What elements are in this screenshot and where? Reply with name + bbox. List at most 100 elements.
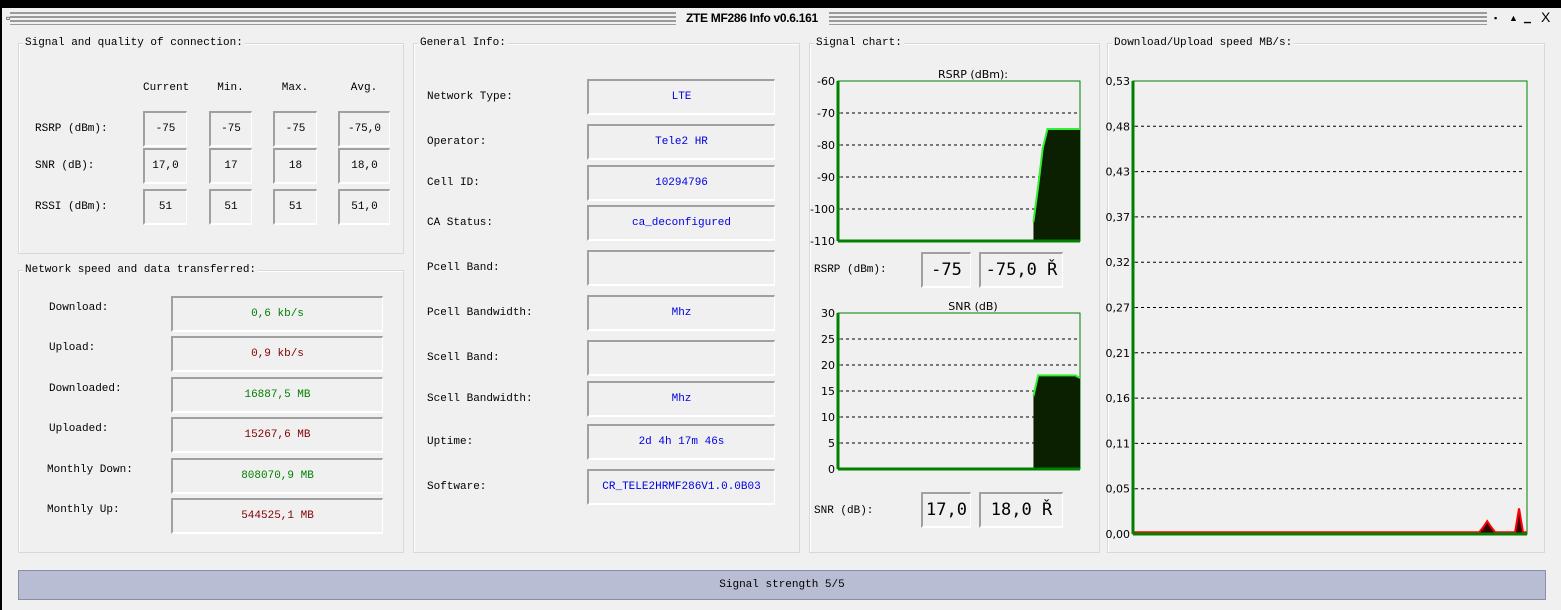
info-value xyxy=(587,250,775,286)
y-tick-label: 0,48 xyxy=(1106,120,1131,133)
series-line-upload xyxy=(1133,508,1527,534)
y-tick-label: -110 xyxy=(810,235,835,248)
snr-average-value: 18,0 Ř xyxy=(979,492,1063,528)
column-header: Max. xyxy=(281,82,309,94)
signal-value-cell: -75 xyxy=(143,111,187,147)
info-label: Pcell Band: xyxy=(427,262,500,274)
speed-label: Upload: xyxy=(49,342,96,354)
info-value: Tele2 HR xyxy=(587,124,775,160)
titlebar-stripes xyxy=(24,12,676,25)
y-tick-label: 0,53 xyxy=(1106,75,1131,88)
info-label: CA Status: xyxy=(427,217,494,229)
info-value: 10294796 xyxy=(587,165,775,201)
speed-value: 808070,9 MB xyxy=(171,458,383,494)
title-bar[interactable]: ▫ ZTE MF286 Info v0.6.161 ▪ ▲ ▁ X xyxy=(2,8,1561,30)
row-label: RSSI (dBm): xyxy=(35,201,108,213)
y-tick-label: 5 xyxy=(828,437,835,450)
y-tick-label: 15 xyxy=(821,385,835,398)
y-tick-label: 0,43 xyxy=(1106,166,1131,179)
app-window: ▫ ZTE MF286 Info v0.6.161 ▪ ▲ ▁ X Signal… xyxy=(2,8,1561,610)
speed-value: 0,6 kb/s xyxy=(171,296,383,332)
signal-value-cell: 17 xyxy=(209,148,252,184)
rsrp-readout-label: RSRP (dBm): xyxy=(814,264,887,276)
signal-value-cell: 17,0 xyxy=(143,148,187,184)
info-label: Operator: xyxy=(427,136,487,148)
y-tick-label: 0,21 xyxy=(1106,347,1131,360)
y-tick-label: 30 xyxy=(821,307,835,320)
y-tick-label: 0,37 xyxy=(1106,211,1131,224)
info-label: Pcell Bandwidth: xyxy=(427,307,533,319)
group-title: Signal and quality of connection: xyxy=(23,37,245,49)
row-label: RSRP (dBm): xyxy=(35,123,108,135)
group-title: Download/Upload speed MB/s: xyxy=(1112,37,1295,49)
info-value xyxy=(587,340,775,376)
series-area-snr xyxy=(1033,375,1080,469)
y-tick-label: 0 xyxy=(828,463,835,476)
y-tick-label: 0,05 xyxy=(1106,483,1131,496)
y-tick-label: -60 xyxy=(817,75,835,88)
series-area-rsrp xyxy=(1033,129,1080,241)
chart-title: SNR (dB) xyxy=(948,300,997,313)
snr-chart: 30 25 20 15 10 5 0 SNR (dB) xyxy=(821,300,1081,476)
series-area-upload xyxy=(1133,508,1527,534)
info-label: Uptime: xyxy=(427,436,474,448)
column-header: Min. xyxy=(217,82,244,94)
y-tick-label: 10 xyxy=(821,411,835,424)
y-tick-label: -80 xyxy=(817,139,835,152)
signal-value-cell: 51,0 xyxy=(338,189,390,225)
status-text: Signal strength 5/5 xyxy=(719,579,845,591)
info-value: LTE xyxy=(587,79,775,115)
maximize-button[interactable]: ▲ xyxy=(1509,13,1518,23)
y-tick-label: -100 xyxy=(810,203,835,216)
group-title: Signal chart: xyxy=(814,37,904,49)
column-header: Avg. xyxy=(350,82,378,94)
signal-value-cell: 18,0 xyxy=(338,148,390,184)
info-label: Software: xyxy=(427,481,487,493)
y-tick-label: 0,00 xyxy=(1106,528,1131,541)
y-tick-label: -90 xyxy=(817,171,835,184)
rsrp-average-value: -75,0 Ř xyxy=(979,252,1063,288)
info-label: Network Type: xyxy=(427,91,513,103)
group-title: Network speed and data transferred: xyxy=(23,264,259,276)
signal-value-cell: -75 xyxy=(209,111,252,147)
close-button[interactable]: X xyxy=(1541,9,1550,25)
info-value: Mhz xyxy=(587,381,775,417)
speed-label: Uploaded: xyxy=(49,423,109,435)
info-label: Scell Bandwidth: xyxy=(427,393,533,405)
signal-value-cell: 18 xyxy=(273,148,317,184)
stick-button[interactable]: ▪ xyxy=(1494,13,1497,23)
y-tick-label: 0,32 xyxy=(1106,256,1131,269)
speed-label: Monthly Up: xyxy=(47,504,120,516)
group-title: General Info: xyxy=(418,37,508,49)
y-tick-label: -70 xyxy=(817,107,835,120)
signal-value-cell: -75 xyxy=(273,111,317,147)
info-label: Cell ID: xyxy=(427,177,480,189)
snr-current-value: 17,0 xyxy=(921,492,971,528)
window-title: ZTE MF286 Info v0.6.161 xyxy=(686,11,818,25)
info-value: 2d 4h 17m 46s xyxy=(587,424,775,460)
speed-label: Downloaded: xyxy=(49,383,122,395)
y-tick-label: 0,11 xyxy=(1106,437,1131,450)
minimize-button[interactable]: ▁ xyxy=(1524,13,1531,24)
speed-label: Download: xyxy=(49,302,109,314)
signal-value-cell: 51 xyxy=(209,189,252,225)
info-label: Scell Band: xyxy=(427,352,500,364)
info-value: CR_TELE2HRMF286V1.0.0B03 xyxy=(587,469,775,505)
y-tick-label: 20 xyxy=(821,359,835,372)
signal-value-cell: 51 xyxy=(273,189,317,225)
rsrp-current-value: -75 xyxy=(921,252,971,288)
y-tick-label: 0,27 xyxy=(1106,302,1131,315)
chart-title: RSRP (dBm): xyxy=(938,68,1008,81)
speed-value: 544525,1 MB xyxy=(171,498,383,534)
column-header: Current xyxy=(143,82,190,94)
row-label: SNR (dB): xyxy=(35,160,95,172)
info-value: ca_deconfigured xyxy=(587,205,775,241)
signal-value-cell: -75,0 xyxy=(338,111,390,147)
speed-label: Monthly Down: xyxy=(47,464,133,476)
info-value: Mhz xyxy=(587,295,775,331)
speed-chart: 0,53 0,48 0,43 0,37 0,32 0,27 0,21 0,16 0,11 0,05… xyxy=(1106,75,1528,541)
titlebar-stripes xyxy=(829,12,1487,25)
y-tick-label: 0,16 xyxy=(1106,392,1131,405)
signal-strength-status-bar: Signal strength 5/5 xyxy=(18,570,1546,600)
snr-readout-label: SNR (dB): xyxy=(814,505,874,517)
